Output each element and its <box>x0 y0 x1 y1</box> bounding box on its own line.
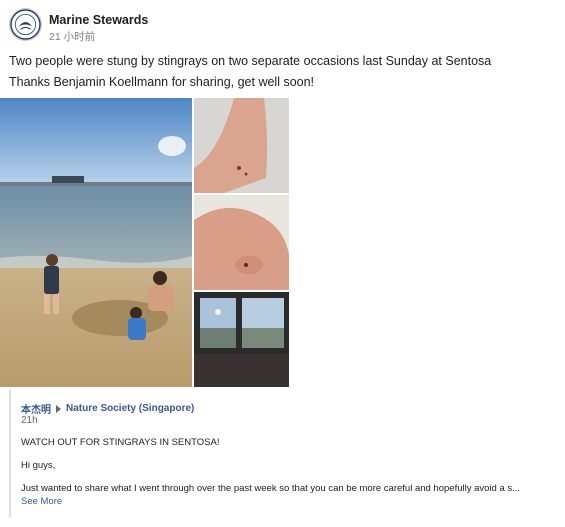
photo-foot-sole[interactable] <box>194 195 289 290</box>
arrow-right-icon <box>56 404 61 413</box>
shared-post-author-line: 本杰明 Nature Society (Singapore) <box>21 401 194 416</box>
shared-post-time[interactable]: 21h <box>21 415 38 426</box>
shared-text-body: Just wanted to share what I went through… <box>21 483 521 494</box>
page-name[interactable]: Marine Stewards <box>49 13 148 27</box>
photo-window-view[interactable] <box>194 292 289 387</box>
post-text-line-2: Thanks Benjamin Koellmann for sharing, g… <box>9 75 315 89</box>
shared-target-page[interactable]: Nature Society (Singapore) <box>66 403 194 414</box>
photo-beach[interactable] <box>0 98 192 387</box>
marine-stewards-logo-icon <box>10 9 41 40</box>
post-text-line-1: Two people were stung by stingrays on tw… <box>9 54 492 68</box>
see-more-link[interactable]: See More <box>21 496 62 507</box>
post-header <box>9 8 42 41</box>
shared-author-name[interactable]: 本杰明 <box>21 401 51 416</box>
post-timestamp[interactable]: 21 小时前 <box>49 29 95 44</box>
page-avatar[interactable] <box>9 8 42 41</box>
shared-text-heading: WATCH OUT FOR STINGRAYS IN SENTOSA! <box>21 437 220 448</box>
photo-foot-top[interactable] <box>194 98 289 193</box>
shared-text-greeting: Hi guys, <box>21 460 56 471</box>
shared-post[interactable]: 本杰明 Nature Society (Singapore) 21h WATCH… <box>9 390 555 517</box>
